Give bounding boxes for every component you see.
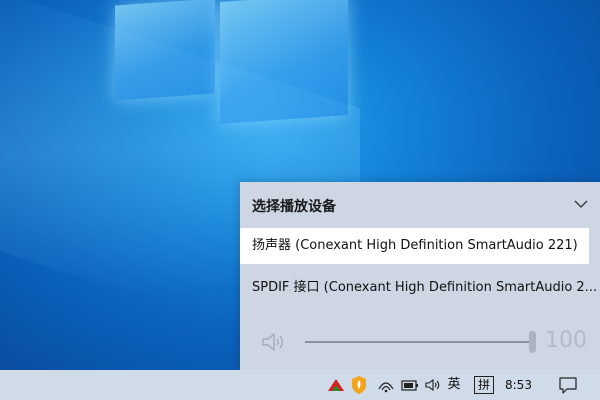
taskbar: 英 拼 8:53 <box>0 370 600 400</box>
volume-control: 100 <box>240 322 600 362</box>
volume-value: 100 <box>545 328 587 353</box>
playback-device-flyout: 选择播放设备 扬声器 (Conexant High Definition Sma… <box>240 182 600 370</box>
volume-slider-track[interactable] <box>305 341 533 343</box>
logo-pane-left <box>115 0 215 101</box>
nvidia-icon[interactable] <box>326 375 346 395</box>
flyout-title: 选择播放设备 <box>252 199 336 215</box>
input-language-indicator[interactable]: 英 <box>446 375 462 395</box>
security-shield-icon[interactable] <box>350 375 368 395</box>
taskbar-clock[interactable]: 8:53 <box>505 375 532 395</box>
speaker-icon[interactable] <box>260 330 288 354</box>
device-label: 扬声器 (Conexant High Definition SmartAudio… <box>252 238 578 253</box>
chevron-down-icon[interactable] <box>573 196 589 212</box>
flyout-header[interactable]: 选择播放设备 <box>240 182 600 228</box>
device-label: SPDIF 接口 (Conexant High Definition Smart… <box>252 280 598 295</box>
ime-mode-indicator[interactable]: 拼 <box>474 376 494 394</box>
device-item-speakers[interactable]: 扬声器 (Conexant High Definition SmartAudio… <box>240 228 589 264</box>
device-item-spdif[interactable]: SPDIF 接口 (Conexant High Definition Smart… <box>240 270 600 306</box>
windows-logo-wallpaper <box>115 0 350 125</box>
battery-icon[interactable] <box>400 375 420 395</box>
notification-center-icon[interactable] <box>558 375 578 395</box>
volume-icon[interactable] <box>424 375 442 395</box>
logo-pane-right <box>220 0 348 125</box>
wifi-icon[interactable] <box>377 375 395 395</box>
volume-slider-thumb[interactable] <box>529 331 536 353</box>
